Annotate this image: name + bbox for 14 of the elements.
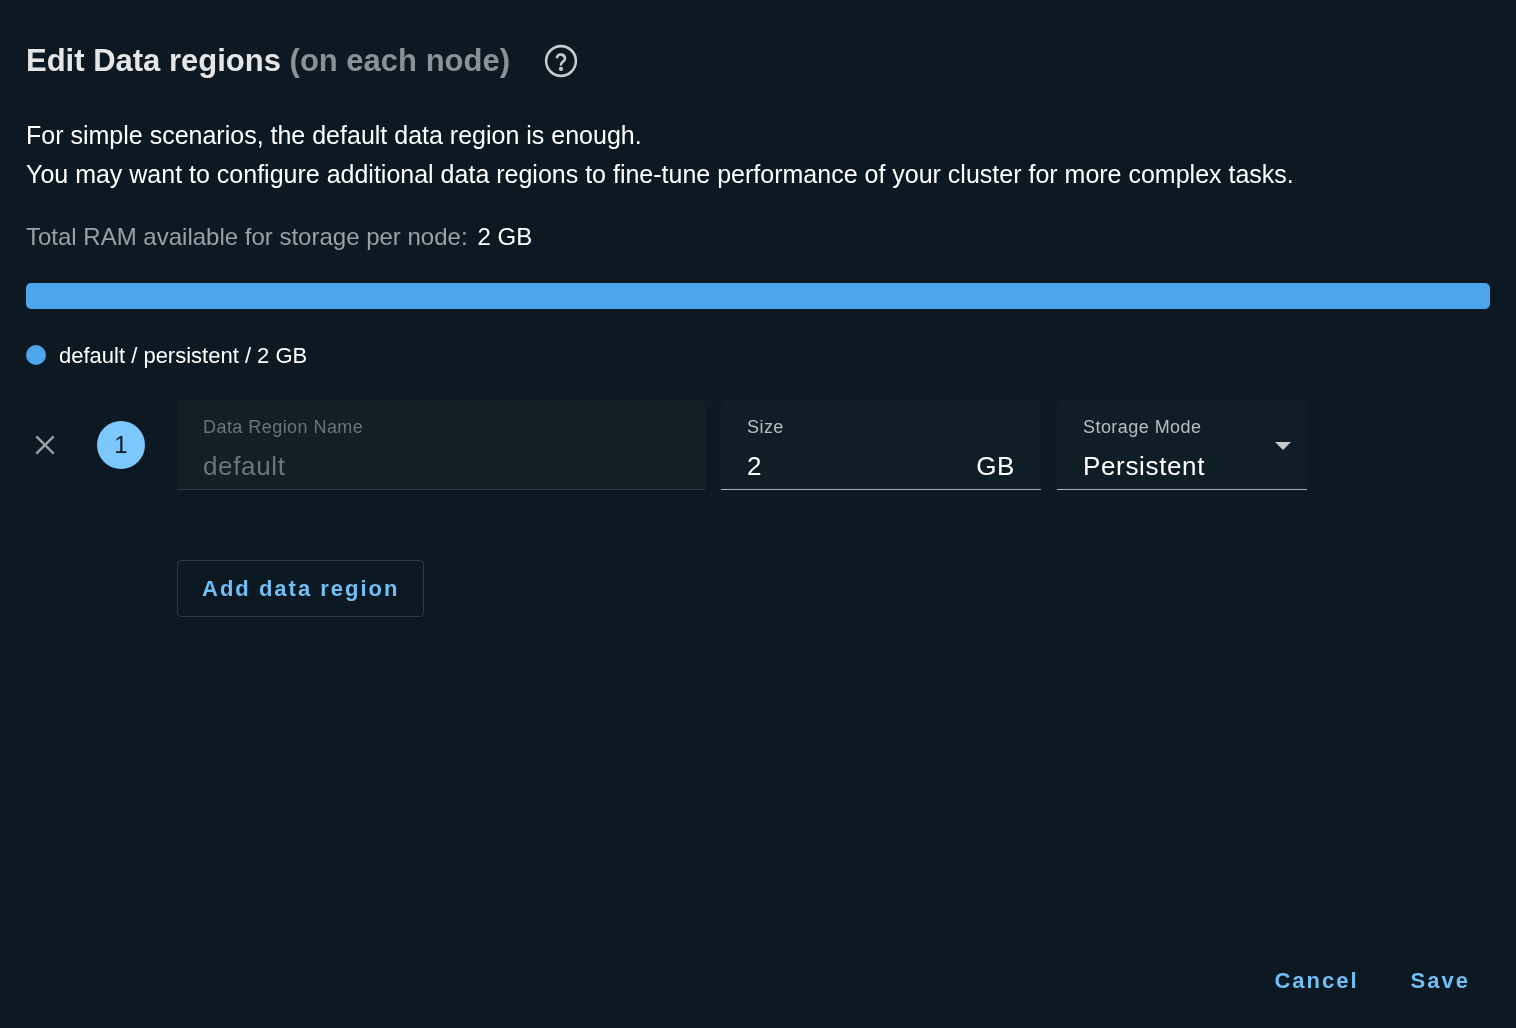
- total-ram-label: Total RAM available for storage per node:: [26, 221, 468, 252]
- dropdown-caret-icon: [1275, 441, 1291, 450]
- region-number-badge: 1: [97, 420, 145, 469]
- size-field[interactable]: Size 2 GB: [721, 399, 1041, 490]
- description-text: For simple scenarios, the default data region is enough.: [26, 120, 643, 150]
- dialog-action-button[interactable]: Save: [1394, 958, 1486, 1002]
- description-text: You may want to configure additional data regions to fine-tune performance of your cluster for more complex tasks.: [26, 159, 1295, 189]
- help-icon[interactable]: [544, 44, 578, 79]
- legend-label: default / persistent / 2 GB: [59, 341, 308, 370]
- dialog-action-button[interactable]: Cancel: [1258, 958, 1375, 1002]
- storage-mode-select[interactable]: Storage Mode Persistent: [1057, 399, 1307, 490]
- total-ram-value: 2 GB: [477, 221, 533, 252]
- dialog-title: Edit Data regions (on each node): [26, 42, 510, 80]
- add-region-button[interactable]: Add data region: [177, 559, 425, 617]
